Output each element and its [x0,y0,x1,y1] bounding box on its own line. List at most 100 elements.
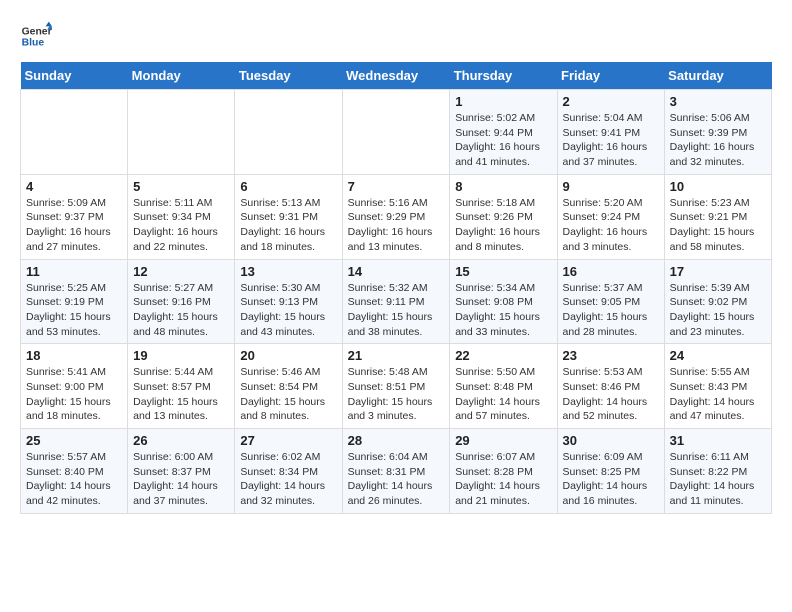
day-number: 15 [455,264,551,279]
calendar-day-cell: 5 Sunrise: 5:11 AMSunset: 9:34 PMDaylight… [128,174,235,259]
logo-icon: General Blue [20,20,52,52]
day-info: Sunrise: 5:32 AMSunset: 9:11 PMDaylight:… [348,281,445,340]
day-number: 18 [26,348,122,363]
day-of-week-header: Saturday [664,62,771,90]
calendar-day-cell [128,90,235,175]
day-info: Sunrise: 5:25 AMSunset: 9:19 PMDaylight:… [26,281,122,340]
day-info: Sunrise: 6:11 AMSunset: 8:22 PMDaylight:… [670,450,766,509]
calendar-day-cell: 26 Sunrise: 6:00 AMSunset: 8:37 PMDayligh… [128,429,235,514]
day-number: 12 [133,264,229,279]
day-of-week-header: Tuesday [235,62,342,90]
calendar-day-cell: 18 Sunrise: 5:41 AMSunset: 9:00 PMDayligh… [21,344,128,429]
calendar-day-cell: 7 Sunrise: 5:16 AMSunset: 9:29 PMDaylight… [342,174,450,259]
calendar-day-cell: 24 Sunrise: 5:55 AMSunset: 8:43 PMDayligh… [664,344,771,429]
calendar-day-cell: 1 Sunrise: 5:02 AMSunset: 9:44 PMDaylight… [450,90,557,175]
calendar-day-cell: 14 Sunrise: 5:32 AMSunset: 9:11 PMDayligh… [342,259,450,344]
day-number: 10 [670,179,766,194]
calendar-day-cell: 15 Sunrise: 5:34 AMSunset: 9:08 PMDayligh… [450,259,557,344]
day-number: 16 [563,264,659,279]
day-number: 31 [670,433,766,448]
calendar-day-cell: 8 Sunrise: 5:18 AMSunset: 9:26 PMDaylight… [450,174,557,259]
day-info: Sunrise: 6:02 AMSunset: 8:34 PMDaylight:… [240,450,336,509]
calendar-week-row: 18 Sunrise: 5:41 AMSunset: 9:00 PMDayligh… [21,344,772,429]
day-info: Sunrise: 5:39 AMSunset: 9:02 PMDaylight:… [670,281,766,340]
calendar-day-cell: 4 Sunrise: 5:09 AMSunset: 9:37 PMDaylight… [21,174,128,259]
day-number: 23 [563,348,659,363]
day-info: Sunrise: 5:50 AMSunset: 8:48 PMDaylight:… [455,365,551,424]
day-info: Sunrise: 5:11 AMSunset: 9:34 PMDaylight:… [133,196,229,255]
day-info: Sunrise: 5:20 AMSunset: 9:24 PMDaylight:… [563,196,659,255]
calendar-day-cell: 3Sunrise: 5:06 AMSunset: 9:39 PMDaylight… [664,90,771,175]
day-number: 24 [670,348,766,363]
day-number: 19 [133,348,229,363]
day-number: 5 [133,179,229,194]
day-info: Sunrise: 5:23 AMSunset: 9:21 PMDaylight:… [670,196,766,255]
day-number: 28 [348,433,445,448]
day-info: Sunrise: 5:30 AMSunset: 9:13 PMDaylight:… [240,281,336,340]
calendar-day-cell: 25 Sunrise: 5:57 AMSunset: 8:40 PMDayligh… [21,429,128,514]
day-info: Sunrise: 6:07 AMSunset: 8:28 PMDaylight:… [455,450,551,509]
day-info: Sunrise: 5:02 AMSunset: 9:44 PMDaylight:… [455,111,551,170]
day-number: 8 [455,179,551,194]
calendar-day-cell: 22Sunrise: 5:50 AMSunset: 8:48 PMDayligh… [450,344,557,429]
day-of-week-header: Friday [557,62,664,90]
day-number: 2 [563,94,659,109]
day-number: 26 [133,433,229,448]
calendar-day-cell: 16 Sunrise: 5:37 AMSunset: 9:05 PMDayligh… [557,259,664,344]
day-of-week-header: Wednesday [342,62,450,90]
day-number: 29 [455,433,551,448]
calendar-day-cell: 13 Sunrise: 5:30 AMSunset: 9:13 PMDayligh… [235,259,342,344]
day-number: 7 [348,179,445,194]
day-info: Sunrise: 5:34 AMSunset: 9:08 PMDaylight:… [455,281,551,340]
calendar-day-cell: 17 Sunrise: 5:39 AMSunset: 9:02 PMDayligh… [664,259,771,344]
day-number: 1 [455,94,551,109]
day-of-week-header: Thursday [450,62,557,90]
day-info: Sunrise: 5:18 AMSunset: 9:26 PMDaylight:… [455,196,551,255]
day-info: Sunrise: 5:16 AMSunset: 9:29 PMDaylight:… [348,196,445,255]
day-number: 3 [670,94,766,109]
calendar-day-cell: 2Sunrise: 5:04 AMSunset: 9:41 PMDaylight… [557,90,664,175]
svg-text:Blue: Blue [22,38,45,49]
day-info: Sunrise: 5:57 AMSunset: 8:40 PMDaylight:… [26,450,122,509]
day-of-week-header: Sunday [21,62,128,90]
day-info: Sunrise: 6:00 AMSunset: 8:37 PMDaylight:… [133,450,229,509]
calendar-day-cell [21,90,128,175]
day-info: Sunrise: 5:13 AMSunset: 9:31 PMDaylight:… [240,196,336,255]
day-info: Sunrise: 5:09 AMSunset: 9:37 PMDaylight:… [26,196,122,255]
day-number: 20 [240,348,336,363]
calendar-week-row: 11Sunrise: 5:25 AMSunset: 9:19 PMDayligh… [21,259,772,344]
day-info: Sunrise: 5:27 AMSunset: 9:16 PMDaylight:… [133,281,229,340]
logo: General Blue [20,20,60,52]
calendar-table: SundayMondayTuesdayWednesdayThursdayFrid… [20,62,772,514]
day-of-week-header: Monday [128,62,235,90]
calendar-week-row: 4 Sunrise: 5:09 AMSunset: 9:37 PMDaylight… [21,174,772,259]
day-info: Sunrise: 5:41 AMSunset: 9:00 PMDaylight:… [26,365,122,424]
calendar-day-cell: 27Sunrise: 6:02 AMSunset: 8:34 PMDayligh… [235,429,342,514]
calendar-header-row: SundayMondayTuesdayWednesdayThursdayFrid… [21,62,772,90]
calendar-day-cell: 19Sunrise: 5:44 AMSunset: 8:57 PMDayligh… [128,344,235,429]
calendar-day-cell [235,90,342,175]
day-info: Sunrise: 5:37 AMSunset: 9:05 PMDaylight:… [563,281,659,340]
day-number: 17 [670,264,766,279]
day-number: 21 [348,348,445,363]
calendar-week-row: 25 Sunrise: 5:57 AMSunset: 8:40 PMDayligh… [21,429,772,514]
day-number: 30 [563,433,659,448]
calendar-day-cell: 11Sunrise: 5:25 AMSunset: 9:19 PMDayligh… [21,259,128,344]
day-info: Sunrise: 5:46 AMSunset: 8:54 PMDaylight:… [240,365,336,424]
day-info: Sunrise: 5:55 AMSunset: 8:43 PMDaylight:… [670,365,766,424]
day-number: 6 [240,179,336,194]
page-header: General Blue [20,20,772,52]
day-info: Sunrise: 5:53 AMSunset: 8:46 PMDaylight:… [563,365,659,424]
day-number: 25 [26,433,122,448]
calendar-day-cell: 29 Sunrise: 6:07 AMSunset: 8:28 PMDayligh… [450,429,557,514]
day-number: 14 [348,264,445,279]
calendar-day-cell: 31 Sunrise: 6:11 AMSunset: 8:22 PMDayligh… [664,429,771,514]
calendar-day-cell: 6 Sunrise: 5:13 AMSunset: 9:31 PMDaylight… [235,174,342,259]
day-info: Sunrise: 6:09 AMSunset: 8:25 PMDaylight:… [563,450,659,509]
day-info: Sunrise: 6:04 AMSunset: 8:31 PMDaylight:… [348,450,445,509]
calendar-day-cell: 30 Sunrise: 6:09 AMSunset: 8:25 PMDayligh… [557,429,664,514]
day-number: 13 [240,264,336,279]
day-number: 4 [26,179,122,194]
day-info: Sunrise: 5:48 AMSunset: 8:51 PMDaylight:… [348,365,445,424]
svg-text:General: General [22,26,52,37]
